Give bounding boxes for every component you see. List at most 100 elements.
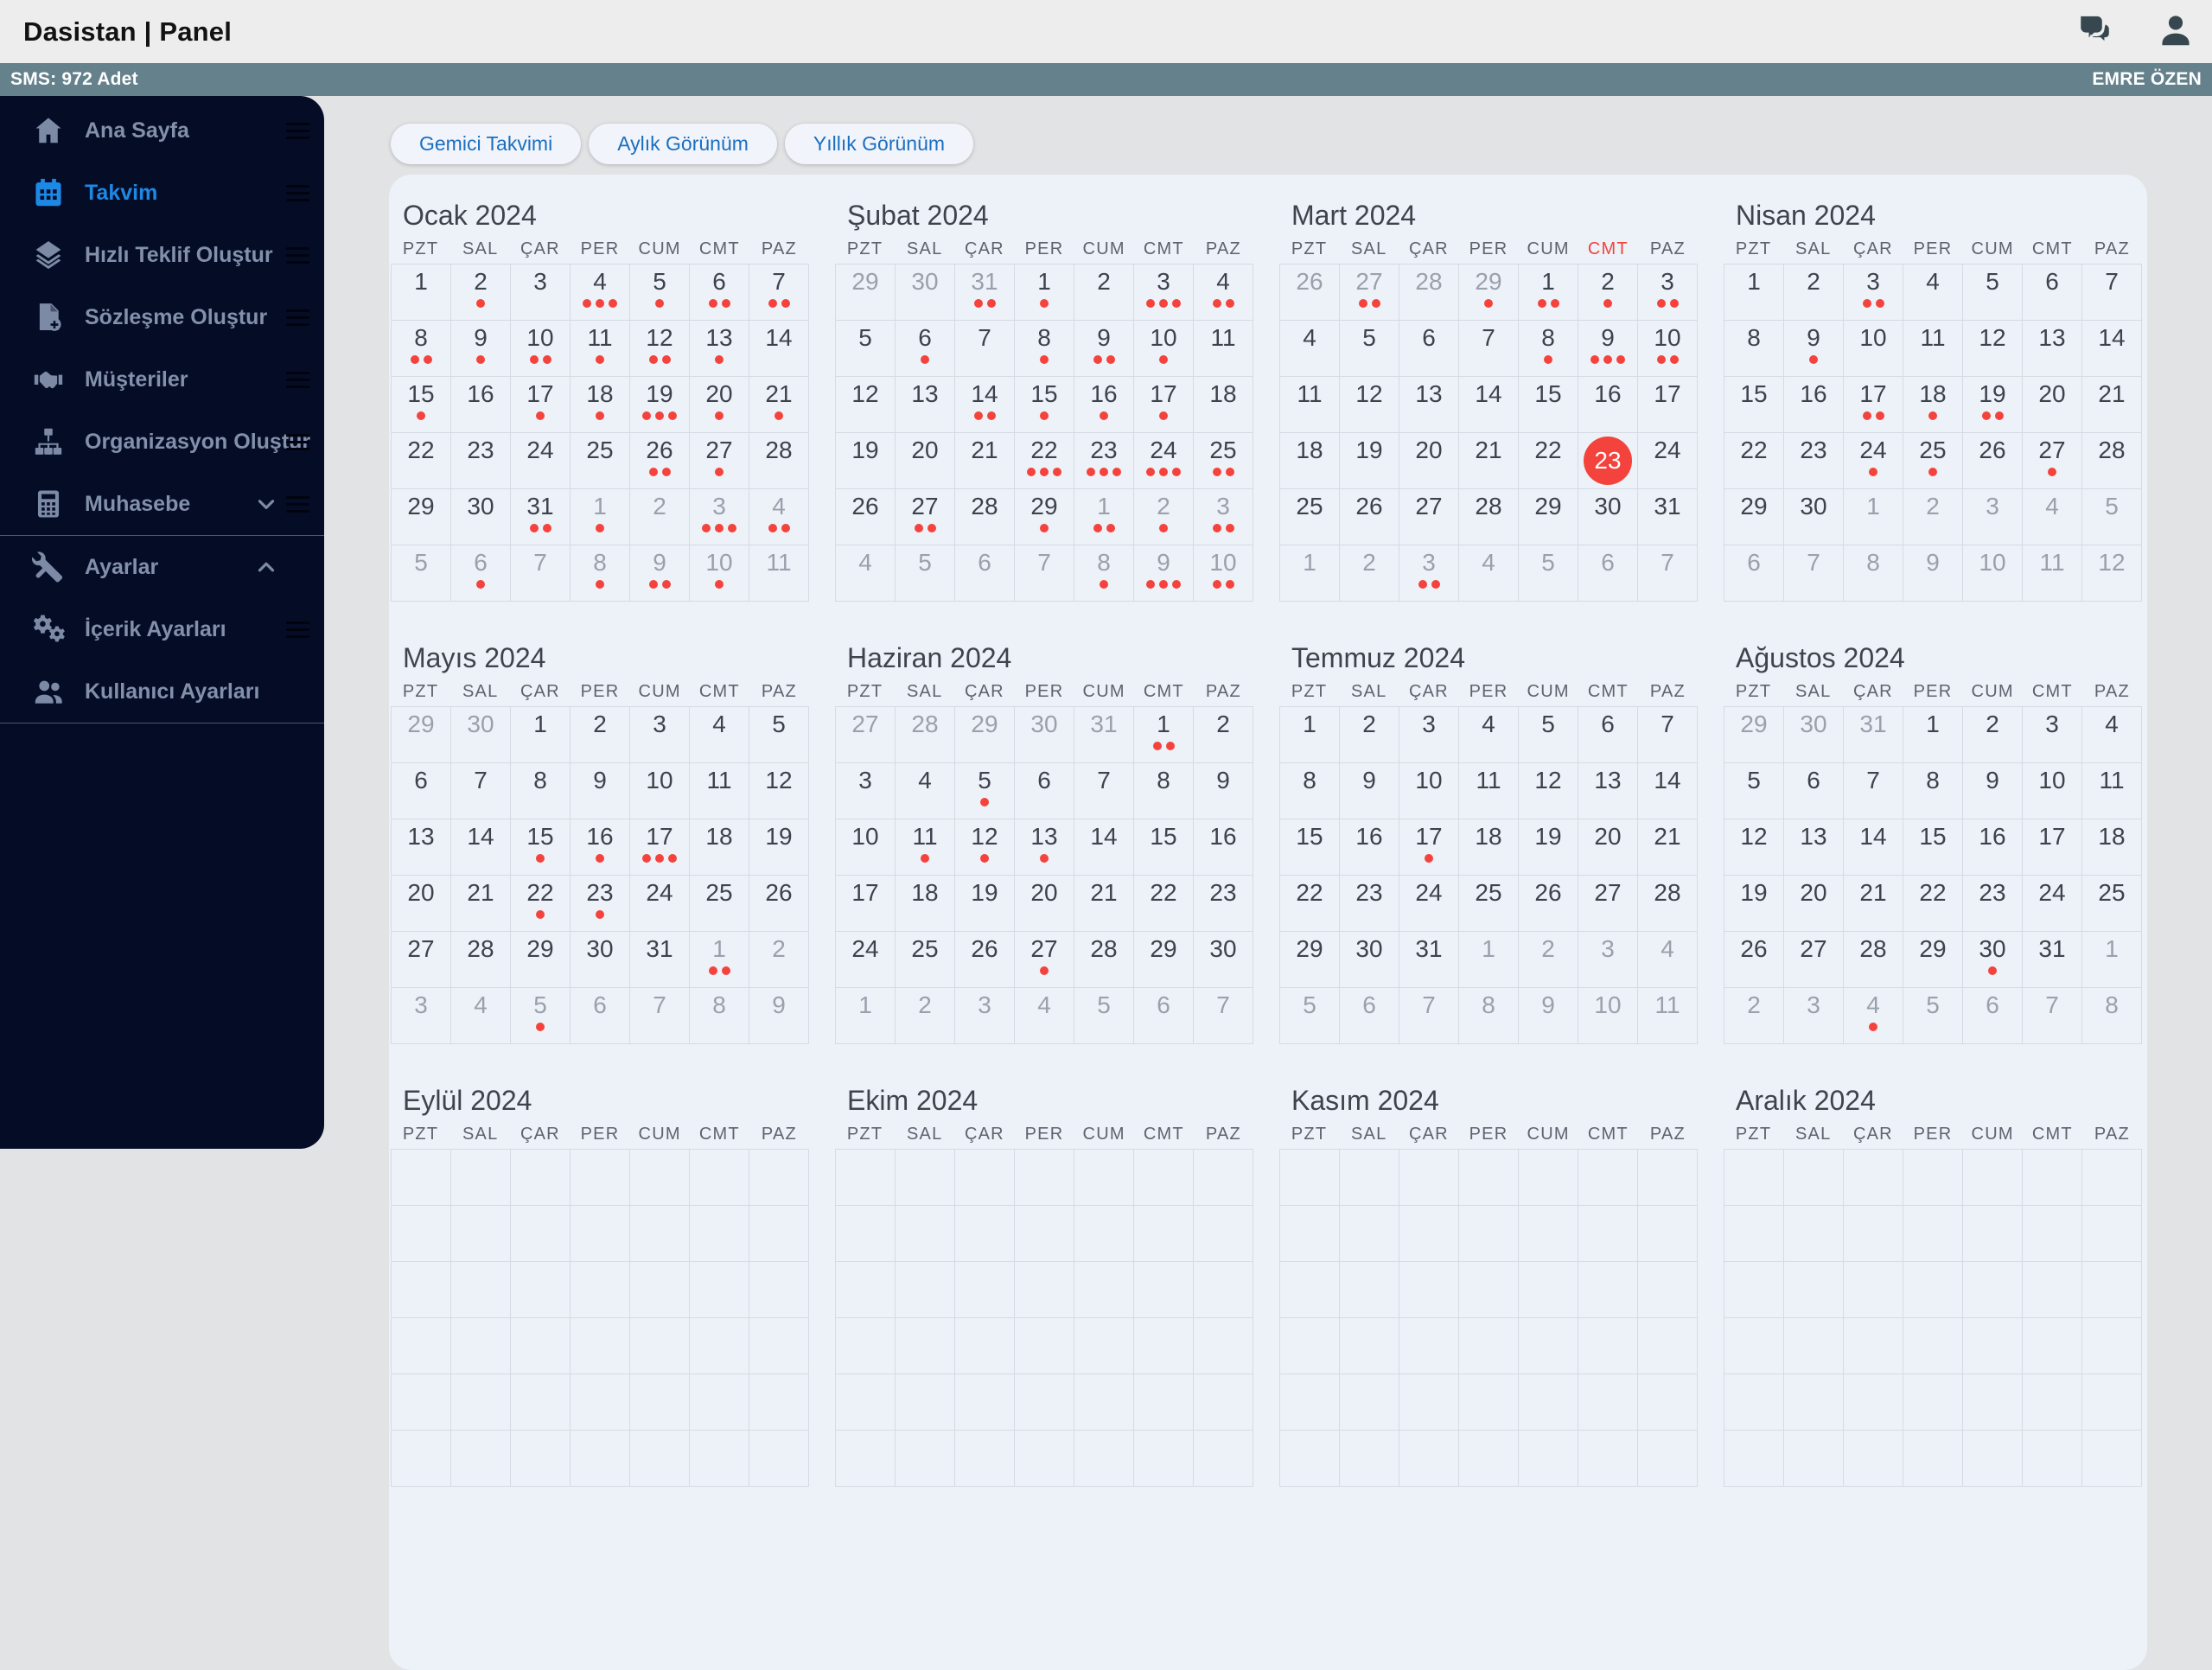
day-cell[interactable]: 30 (1340, 932, 1399, 988)
day-cell[interactable]: 21 (1844, 876, 1903, 932)
day-cell[interactable]: 30 (451, 489, 511, 545)
day-cell[interactable]: 4 (2082, 707, 2142, 763)
day-cell[interactable]: 1 (836, 988, 896, 1044)
day-cell[interactable]: 28 (896, 707, 955, 763)
sidebar-item-organizasyon-olustur[interactable]: Organizasyon Oluştur (0, 411, 324, 473)
day-cell[interactable]: 7 (955, 321, 1015, 377)
day-cell[interactable]: 30 (451, 707, 511, 763)
day-cell[interactable]: 14 (1459, 377, 1519, 433)
day-cell[interactable]: 15 (1724, 377, 1784, 433)
day-cell[interactable]: 12 (1963, 321, 2023, 377)
day-cell[interactable]: 14 (1074, 819, 1134, 876)
day-cell[interactable]: 16 (1784, 377, 1844, 433)
day-cell[interactable]: 28 (955, 489, 1015, 545)
day-cell[interactable]: 22 (1519, 433, 1578, 489)
day-cell[interactable]: 29 (1724, 707, 1784, 763)
day-cell[interactable]: 15 (1280, 819, 1340, 876)
day-cell[interactable]: 21 (1074, 876, 1134, 932)
day-cell[interactable]: 29 (955, 707, 1015, 763)
day-cell[interactable]: 19 (955, 876, 1015, 932)
day-cell[interactable]: 9 (1784, 321, 1844, 377)
sidebar-item-muhasebe[interactable]: Muhasebe (0, 473, 324, 535)
day-cell[interactable]: 5 (392, 545, 451, 602)
day-cell[interactable]: 28 (1638, 876, 1698, 932)
day-cell[interactable]: 4 (690, 707, 749, 763)
day-cell[interactable]: 28 (1074, 932, 1134, 988)
day-cell[interactable]: 9 (630, 545, 690, 602)
day-cell[interactable]: 16 (451, 377, 511, 433)
day-cell[interactable]: 20 (1784, 876, 1844, 932)
day-cell[interactable]: 16 (571, 819, 630, 876)
drag-handle-icon[interactable] (286, 495, 309, 513)
day-cell[interactable]: 10 (1638, 321, 1698, 377)
day-cell[interactable]: 26 (1340, 489, 1399, 545)
day-cell[interactable]: 13 (1578, 763, 1638, 819)
day-cell[interactable]: 19 (1340, 433, 1399, 489)
day-cell[interactable]: 10 (1963, 545, 2023, 602)
day-cell[interactable]: 26 (630, 433, 690, 489)
day-cell[interactable]: 19 (1963, 377, 2023, 433)
day-cell[interactable]: 5 (2082, 489, 2142, 545)
day-cell[interactable]: 19 (1519, 819, 1578, 876)
day-cell[interactable]: 13 (392, 819, 451, 876)
day-cell[interactable]: 31 (955, 265, 1015, 321)
day-cell[interactable]: 17 (1638, 377, 1698, 433)
day-cell[interactable]: 8 (2082, 988, 2142, 1044)
sidebar-item-kullanici-ayarlari[interactable]: Kullanıcı Ayarları (0, 660, 324, 723)
day-cell[interactable]: 7 (2023, 988, 2082, 1044)
day-cell[interactable]: 2 (749, 932, 809, 988)
day-cell[interactable]: 20 (690, 377, 749, 433)
day-cell[interactable]: 17 (1844, 377, 1903, 433)
day-cell[interactable]: 19 (749, 819, 809, 876)
day-cell[interactable]: 14 (955, 377, 1015, 433)
day-cell[interactable]: 2 (1340, 707, 1399, 763)
day-cell[interactable]: 28 (1399, 265, 1459, 321)
day-cell[interactable]: 29 (1459, 265, 1519, 321)
day-cell[interactable]: 27 (1340, 265, 1399, 321)
day-cell[interactable]: 5 (1074, 988, 1134, 1044)
day-cell[interactable]: 11 (896, 819, 955, 876)
day-cell[interactable]: 6 (1399, 321, 1459, 377)
day-cell[interactable]: 18 (571, 377, 630, 433)
day-cell[interactable]: 11 (2023, 545, 2082, 602)
day-cell[interactable]: 24 (1638, 433, 1698, 489)
day-cell[interactable]: 30 (1194, 932, 1253, 988)
day-cell[interactable]: 9 (571, 763, 630, 819)
day-cell[interactable]: 10 (690, 545, 749, 602)
day-cell[interactable]: 10 (1399, 763, 1459, 819)
day-cell[interactable]: 5 (955, 763, 1015, 819)
day-cell[interactable]: 20 (1015, 876, 1074, 932)
day-cell[interactable]: 29 (392, 489, 451, 545)
day-cell[interactable]: 2 (1340, 545, 1399, 602)
day-cell[interactable]: 1 (1280, 707, 1340, 763)
day-cell[interactable]: 25 (2082, 876, 2142, 932)
day-cell[interactable]: 2 (571, 707, 630, 763)
day-cell[interactable]: 8 (1724, 321, 1784, 377)
day-cell[interactable]: 4 (571, 265, 630, 321)
day-cell[interactable]: 3 (1399, 545, 1459, 602)
day-cell[interactable]: 1 (511, 707, 571, 763)
day-cell[interactable]: 25 (1280, 489, 1340, 545)
day-cell[interactable]: 1 (1134, 707, 1194, 763)
day-cell[interactable]: 2 (1074, 265, 1134, 321)
day-cell[interactable]: 5 (1519, 545, 1578, 602)
day-cell[interactable]: 22 (1903, 876, 1963, 932)
day-cell[interactable]: 24 (1844, 433, 1903, 489)
day-cell[interactable]: 3 (630, 707, 690, 763)
day-cell[interactable]: 1 (1280, 545, 1340, 602)
day-cell[interactable]: 13 (1015, 819, 1074, 876)
day-cell[interactable]: 21 (955, 433, 1015, 489)
day-cell[interactable]: 16 (1578, 377, 1638, 433)
day-cell[interactable]: 9 (1519, 988, 1578, 1044)
day-cell[interactable]: 27 (1784, 932, 1844, 988)
day-cell[interactable]: 15 (1903, 819, 1963, 876)
day-cell[interactable]: 25 (1459, 876, 1519, 932)
day-cell[interactable]: 30 (1963, 932, 2023, 988)
day-cell[interactable]: 25 (571, 433, 630, 489)
day-cell[interactable]: 23 (1340, 876, 1399, 932)
day-cell[interactable]: 25 (896, 932, 955, 988)
sidebar-item-hizli-teklif-olustur[interactable]: Hızlı Teklif Oluştur (0, 224, 324, 286)
day-cell[interactable]: 1 (1015, 265, 1074, 321)
day-cell[interactable]: 7 (1638, 707, 1698, 763)
day-cell[interactable]: 2 (1724, 988, 1784, 1044)
